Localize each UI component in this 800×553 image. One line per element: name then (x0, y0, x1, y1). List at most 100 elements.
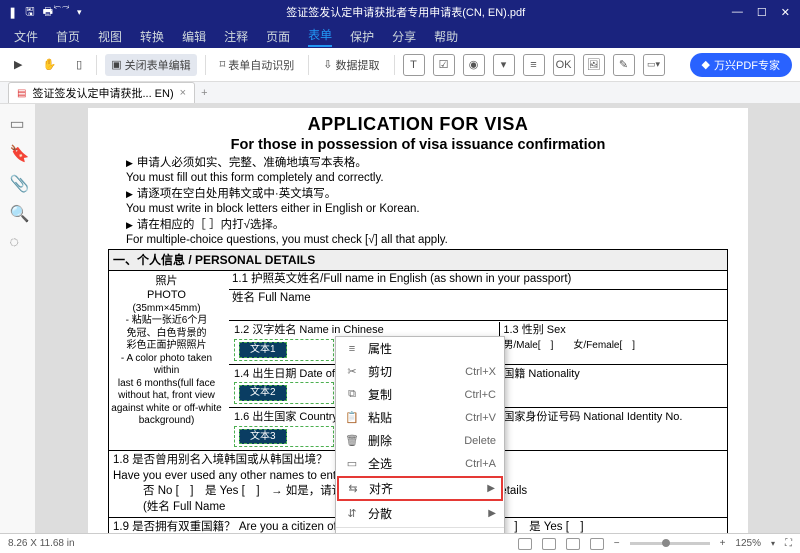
form-field-chip: 文本1 (239, 342, 287, 358)
combobox-tool-icon[interactable]: ▾ (493, 54, 515, 76)
field-1-3-label: 1.3 性别 Sex (503, 324, 565, 336)
doc-tab-close-icon[interactable]: × (180, 87, 186, 99)
context-menu-item[interactable]: ⧉ 复制 Ctrl+C (336, 383, 504, 406)
photo-note: - 粘贴一张近6个月 (111, 315, 222, 328)
form-field-text3[interactable]: 文本3 (234, 426, 334, 448)
menu-edit[interactable]: 编辑 (182, 28, 206, 45)
view-two-continuous-icon[interactable] (590, 538, 604, 550)
radio-tool-icon[interactable]: ◉ (463, 54, 485, 76)
zoom-out-icon[interactable]: − (614, 538, 620, 549)
photo-box: 照片 PHOTO (35mm×45mm) - 粘贴一张近6个月 免冠、白色背景的… (109, 271, 224, 432)
date-tool-icon[interactable]: ▭▾ (643, 54, 665, 76)
context-menu-item[interactable]: 📋粘贴Ctrl+V (336, 406, 504, 429)
menu-comment[interactable]: 注释 (224, 28, 248, 45)
layers-icon[interactable]: ◌ (10, 234, 26, 250)
context-menu-icon: ⧉ (344, 388, 360, 401)
instruction-line: For multiple-choice questions, you must … (126, 233, 728, 249)
image-tool-icon[interactable]: 🖼 (583, 54, 605, 76)
field-1-1-name: 姓名 Full Name (229, 290, 727, 321)
minimize-icon[interactable]: — (732, 6, 743, 19)
bookmarks-icon[interactable]: 🔖 (10, 144, 26, 160)
photo-note: against white or off-white (111, 403, 222, 416)
menu-protect[interactable]: 保护 (350, 28, 374, 45)
context-menu-item[interactable]: ⎘创建多个副本 (336, 530, 504, 533)
context-menu-item[interactable]: ⇆对齐▶ (337, 476, 503, 501)
new-tab-button[interactable]: + (201, 87, 207, 99)
document-tab[interactable]: ▤ 签证签发认定申请获批... EN) × (8, 82, 195, 103)
context-menu-icon: 🗑 (344, 434, 360, 447)
field-1-7: 国家身份证号码 National Identity No. (499, 409, 725, 449)
context-menu-item[interactable]: ▭全选Ctrl+A (336, 452, 504, 475)
context-menu-shortcut: Ctrl+C (465, 389, 496, 401)
context-menu-label: 全选 (368, 455, 457, 472)
instruction-line: 申请人必须如实、完整、准确地填写本表格。 (126, 156, 728, 172)
close-form-edit-button[interactable]: ▣ 关闭表单编辑 (105, 54, 196, 76)
context-menu-item[interactable]: ≡ 属性 (336, 337, 504, 360)
context-menu-label: 属性 (368, 340, 496, 357)
context-menu-item[interactable]: ⇵分散▶ (336, 502, 504, 525)
fullscreen-icon[interactable]: ⛶ (785, 538, 792, 549)
thumbnails-icon[interactable]: ▭ (10, 114, 26, 130)
button-tool-icon[interactable]: OK (553, 54, 575, 76)
view-continuous-icon[interactable] (542, 538, 556, 550)
text-field-tool-icon[interactable]: T (403, 54, 425, 76)
submenu-arrow-icon: ▶ (487, 483, 495, 494)
signature-tool-icon[interactable]: ✎ (613, 54, 635, 76)
select-tool-icon[interactable]: ▯ (70, 55, 88, 74)
close-icon[interactable]: ✕ (781, 6, 790, 19)
zoom-slider[interactable] (630, 542, 710, 545)
zoom-dropdown-icon[interactable]: ▾ (771, 539, 775, 548)
menu-home[interactable]: 首页 (56, 28, 80, 45)
view-single-icon[interactable] (518, 538, 532, 550)
auto-detect-fields-button[interactable]: ⌑ 表单自动识别 (214, 54, 301, 76)
pointer-tool-icon[interactable]: ▶ (8, 55, 28, 74)
save-icon[interactable]: 🖫 (25, 3, 34, 22)
photo-note: - A color photo taken within (111, 353, 222, 378)
maximize-icon[interactable]: ☐ (757, 6, 767, 19)
form-field-text1[interactable]: 文本1 (234, 339, 334, 361)
form-field-chip: 文本2 (239, 385, 287, 401)
context-menu-icon: ≡ (344, 343, 360, 355)
instruction-line: You must fill out this form completely a… (126, 171, 728, 187)
upgrade-pill[interactable]: ◆万兴PDF专家 (690, 53, 792, 77)
zoom-level: 125% (735, 538, 761, 549)
menu-page[interactable]: 页面 (266, 28, 290, 45)
context-menu-item[interactable]: 🗑删除Delete (336, 429, 504, 452)
form-field-text2[interactable]: 文本2 (234, 382, 334, 404)
photo-note: 免冠、白色背景的 (111, 328, 222, 341)
menu-file[interactable]: 文件 (14, 28, 38, 45)
photo-note: background) (111, 415, 222, 428)
document-area: ▭ 🔖 📎 🔍 ◌ APPLICATION FOR VISA For those… (0, 104, 800, 533)
dropdown-icon[interactable]: ▾ (77, 7, 82, 18)
menu-view[interactable]: 视图 (98, 28, 122, 45)
data-extract-button[interactable]: ⇩ 数据提取 (317, 54, 385, 76)
menu-convert[interactable]: 转换 (140, 28, 164, 45)
separator (205, 55, 206, 75)
zoom-in-icon[interactable]: + (720, 538, 726, 549)
field-1-1: 1.1 护照英文姓名/Full name in English (as show… (229, 271, 727, 290)
context-menu-separator (336, 527, 504, 528)
instruction-line: You must write in block letters either i… (126, 202, 728, 218)
context-menu-shortcut: Ctrl+A (465, 458, 496, 470)
data-extract-label: 数据提取 (336, 57, 380, 73)
menu-help[interactable]: 帮助 (434, 28, 458, 45)
doc-subtitle: For those in possession of visa issuance… (108, 136, 728, 156)
attachments-icon[interactable]: 📎 (10, 174, 26, 190)
form-field-chip: 文本3 (239, 429, 287, 445)
diamond-icon: ◆ (702, 58, 710, 71)
context-menu-item[interactable]: ✂剪切Ctrl+X (336, 360, 504, 383)
menu-form[interactable]: 表单 (308, 26, 332, 47)
context-menu-icon: ✂ (344, 365, 360, 378)
checkbox-tool-icon[interactable]: ☑ (433, 54, 455, 76)
title-bar: ❚ 🖫 🖶 ⃔ ⃕ ▾ 签证签发认定申请获批者专用申请表(CN, EN).pdf… (0, 0, 800, 24)
search-icon[interactable]: 🔍 (10, 204, 26, 220)
view-two-page-icon[interactable] (566, 538, 580, 550)
photo-note: without hat, front view (111, 390, 222, 403)
listbox-tool-icon[interactable]: ≡ (523, 54, 545, 76)
hand-tool-icon[interactable]: ✋ (36, 55, 62, 74)
context-menu-label: 复制 (368, 386, 457, 403)
menu-share[interactable]: 分享 (392, 28, 416, 45)
print-icon[interactable]: 🖶 (43, 3, 53, 22)
context-menu-icon: ⇆ (345, 482, 361, 495)
photo-size: (35mm×45mm) (111, 303, 222, 316)
